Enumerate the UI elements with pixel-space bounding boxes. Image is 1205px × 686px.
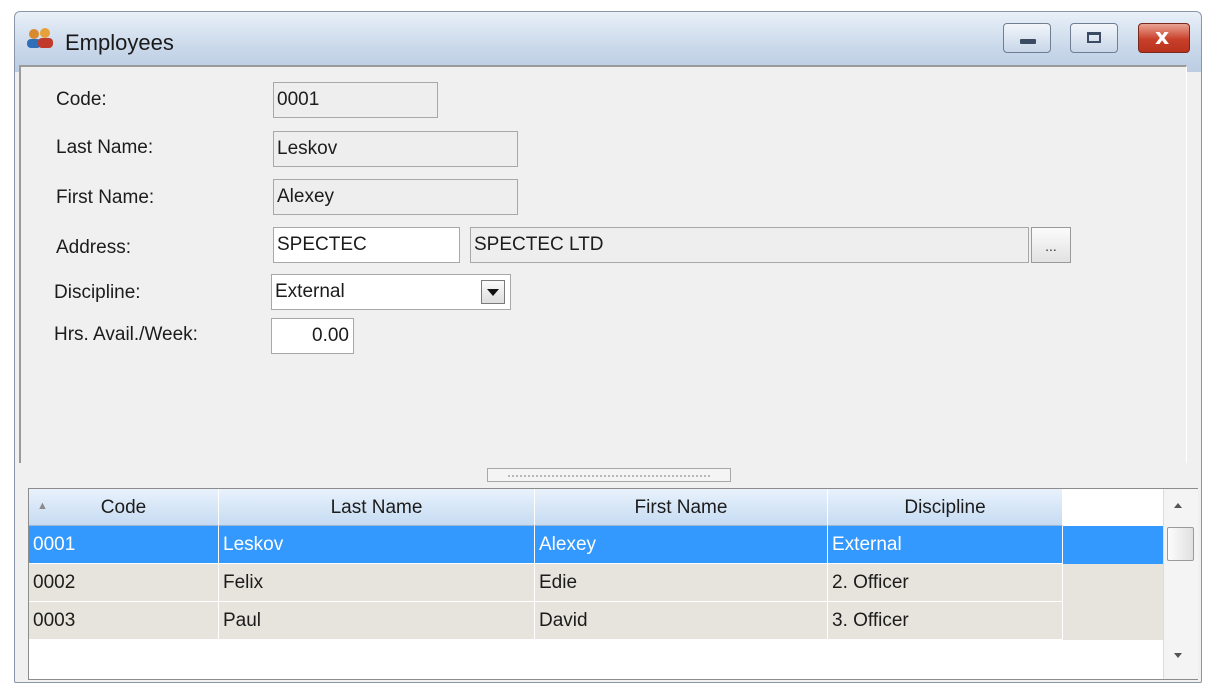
- minimize-button[interactable]: [1003, 23, 1051, 53]
- scroll-up-icon[interactable]: [1174, 503, 1182, 508]
- address-name-field[interactable]: SPECTEC LTD: [470, 227, 1029, 263]
- cell-code: 0003: [29, 602, 219, 640]
- vertical-scrollbar[interactable]: [1163, 489, 1198, 679]
- maximize-button[interactable]: [1070, 23, 1118, 53]
- address-label: Address:: [56, 237, 131, 258]
- column-header-label: Code: [100, 497, 147, 518]
- scroll-thumb[interactable]: [1167, 527, 1194, 561]
- cell-discipline: 3. Officer: [828, 602, 1063, 640]
- first-name-field[interactable]: Alexey: [273, 179, 518, 215]
- column-header-last-name[interactable]: Last Name: [219, 489, 535, 526]
- table-row[interactable]: 0002 Felix Edie 2. Officer: [29, 564, 1163, 602]
- first-name-label: First Name:: [56, 187, 155, 208]
- cell-code: 0001: [29, 526, 219, 564]
- discipline-dropdown-button[interactable]: [481, 280, 505, 304]
- column-header-discipline[interactable]: Discipline: [828, 489, 1063, 526]
- panel-splitter[interactable]: [487, 468, 731, 482]
- code-label: Code:: [56, 89, 107, 110]
- discipline-select[interactable]: External: [271, 274, 511, 310]
- cell-discipline: External: [828, 526, 1063, 564]
- title-bar[interactable]: Employees x: [15, 12, 1201, 72]
- cell-code: 0002: [29, 564, 219, 602]
- cell-last-name: Paul: [219, 602, 535, 640]
- cell-first-name: David: [535, 602, 828, 640]
- code-field[interactable]: 0001: [273, 82, 438, 118]
- maximize-icon: [1087, 32, 1101, 43]
- close-icon: x: [1155, 25, 1170, 50]
- column-header-code[interactable]: ▲ Code: [29, 489, 219, 526]
- window-title: Employees: [65, 30, 174, 55]
- table-row-selected[interactable]: 0001 Leskov Alexey External: [29, 526, 1163, 564]
- address-lookup-button[interactable]: ...: [1031, 227, 1071, 263]
- cell-last-name: Leskov: [219, 526, 535, 564]
- minimize-icon: [1020, 39, 1036, 44]
- last-name-label: Last Name:: [56, 137, 154, 158]
- scroll-down-icon[interactable]: [1174, 653, 1182, 658]
- employees-grid: ▲ Code Last Name First Name Discipline 0…: [28, 488, 1198, 680]
- cell-last-name: Felix: [219, 564, 535, 602]
- last-name-field[interactable]: Leskov: [273, 131, 518, 167]
- address-code-field[interactable]: SPECTEC: [273, 227, 460, 263]
- users-icon: [27, 28, 53, 48]
- sort-ascending-icon: ▲: [37, 500, 48, 512]
- cell-first-name: Alexey: [535, 526, 828, 564]
- chevron-down-icon: [487, 289, 499, 296]
- column-header-first-name[interactable]: First Name: [535, 489, 828, 526]
- cell-discipline: 2. Officer: [828, 564, 1063, 602]
- table-row[interactable]: 0003 Paul David 3. Officer: [29, 602, 1163, 640]
- discipline-label: Discipline:: [54, 282, 141, 303]
- close-button[interactable]: x: [1138, 23, 1190, 53]
- cell-first-name: Edie: [535, 564, 828, 602]
- hours-field[interactable]: 0.00: [271, 318, 354, 354]
- hours-label: Hrs. Avail./Week:: [54, 324, 198, 345]
- employee-detail-form: Code: 0001 Last Name: Leskov First Name:…: [19, 65, 1187, 463]
- splitter-grip: [508, 475, 710, 477]
